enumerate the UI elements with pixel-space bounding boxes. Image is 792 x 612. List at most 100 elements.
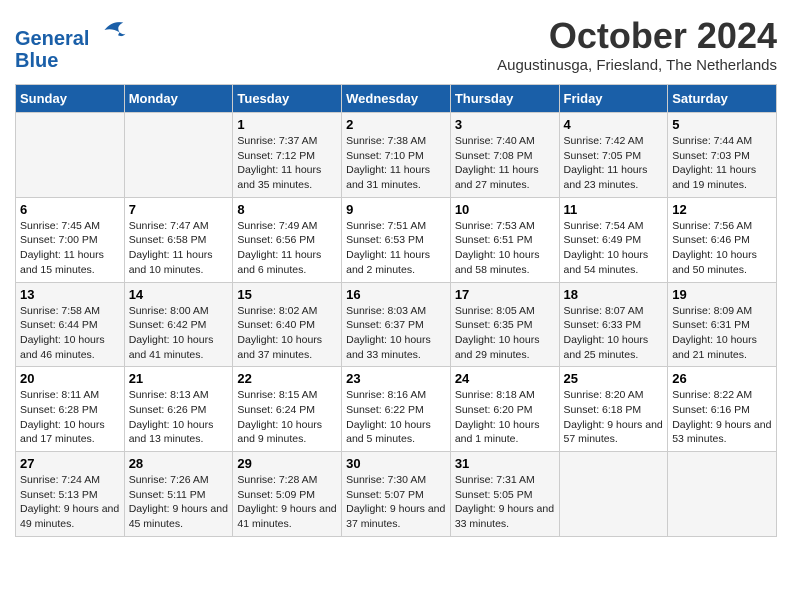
day-info: Sunrise: 8:05 AM Sunset: 6:35 PM Dayligh… [455, 304, 555, 363]
day-number: 5 [672, 117, 772, 132]
day-number: 20 [20, 371, 120, 386]
day-number: 14 [129, 287, 229, 302]
day-number: 19 [672, 287, 772, 302]
day-info: Sunrise: 7:24 AM Sunset: 5:13 PM Dayligh… [20, 473, 120, 532]
day-info: Sunrise: 8:20 AM Sunset: 6:18 PM Dayligh… [564, 388, 664, 447]
day-info: Sunrise: 8:07 AM Sunset: 6:33 PM Dayligh… [564, 304, 664, 363]
day-info: Sunrise: 7:44 AM Sunset: 7:03 PM Dayligh… [672, 134, 772, 193]
day-number: 11 [564, 202, 664, 217]
calendar-cell: 11 Sunrise: 7:54 AM Sunset: 6:49 PM Dayli… [559, 197, 668, 282]
calendar-cell: 29 Sunrise: 7:28 AM Sunset: 5:09 PM Dayli… [233, 452, 342, 537]
day-info: Sunrise: 8:11 AM Sunset: 6:28 PM Dayligh… [20, 388, 120, 447]
calendar-cell: 13 Sunrise: 7:58 AM Sunset: 6:44 PM Dayli… [16, 282, 125, 367]
calendar-cell: 19 Sunrise: 8:09 AM Sunset: 6:31 PM Dayli… [668, 282, 777, 367]
day-of-week-header: Monday [124, 85, 233, 113]
day-info: Sunrise: 8:03 AM Sunset: 6:37 PM Dayligh… [346, 304, 446, 363]
calendar-week-row: 13 Sunrise: 7:58 AM Sunset: 6:44 PM Dayli… [16, 282, 777, 367]
calendar-week-row: 1 Sunrise: 7:37 AM Sunset: 7:12 PM Daylig… [16, 113, 777, 198]
calendar-cell: 9 Sunrise: 7:51 AM Sunset: 6:53 PM Daylig… [342, 197, 451, 282]
day-info: Sunrise: 8:22 AM Sunset: 6:16 PM Dayligh… [672, 388, 772, 447]
logo-general: General [15, 28, 89, 50]
day-of-week-header: Friday [559, 85, 668, 113]
day-number: 29 [237, 456, 337, 471]
day-info: Sunrise: 7:42 AM Sunset: 7:05 PM Dayligh… [564, 134, 664, 193]
day-info: Sunrise: 7:37 AM Sunset: 7:12 PM Dayligh… [237, 134, 337, 193]
day-number: 30 [346, 456, 446, 471]
day-info: Sunrise: 8:09 AM Sunset: 6:31 PM Dayligh… [672, 304, 772, 363]
day-info: Sunrise: 8:00 AM Sunset: 6:42 PM Dayligh… [129, 304, 229, 363]
calendar-cell: 14 Sunrise: 8:00 AM Sunset: 6:42 PM Dayli… [124, 282, 233, 367]
day-info: Sunrise: 7:40 AM Sunset: 7:08 PM Dayligh… [455, 134, 555, 193]
calendar-cell: 2 Sunrise: 7:38 AM Sunset: 7:10 PM Daylig… [342, 113, 451, 198]
calendar-cell: 25Sunrise: 8:20 AM Sunset: 6:18 PM Dayli… [559, 367, 668, 452]
day-number: 28 [129, 456, 229, 471]
day-info: Sunrise: 8:18 AM Sunset: 6:20 PM Dayligh… [455, 388, 555, 447]
title-block: October 2024 Augustinusga, Friesland, Th… [497, 15, 777, 74]
day-number: 10 [455, 202, 555, 217]
page-header: General Blue October 2024 Augustinusga, … [15, 15, 777, 74]
calendar-cell: 18Sunrise: 8:07 AM Sunset: 6:33 PM Dayli… [559, 282, 668, 367]
day-number: 4 [564, 117, 664, 132]
day-number: 21 [129, 371, 229, 386]
logo-bird-icon [97, 15, 127, 45]
day-info: Sunrise: 7:30 AM Sunset: 5:07 PM Dayligh… [346, 473, 446, 532]
day-info: Sunrise: 7:56 AM Sunset: 6:46 PM Dayligh… [672, 219, 772, 278]
calendar-cell: 10Sunrise: 7:53 AM Sunset: 6:51 PM Dayli… [450, 197, 559, 282]
day-info: Sunrise: 7:28 AM Sunset: 5:09 PM Dayligh… [237, 473, 337, 532]
day-number: 23 [346, 371, 446, 386]
calendar-cell: 21 Sunrise: 8:13 AM Sunset: 6:26 PM Dayli… [124, 367, 233, 452]
calendar-cell: 26 Sunrise: 8:22 AM Sunset: 6:16 PM Dayli… [668, 367, 777, 452]
calendar-cell: 16 Sunrise: 8:03 AM Sunset: 6:37 PM Dayli… [342, 282, 451, 367]
day-info: Sunrise: 7:26 AM Sunset: 5:11 PM Dayligh… [129, 473, 229, 532]
day-info: Sunrise: 8:16 AM Sunset: 6:22 PM Dayligh… [346, 388, 446, 447]
calendar-cell: 4 Sunrise: 7:42 AM Sunset: 7:05 PM Daylig… [559, 113, 668, 198]
day-number: 9 [346, 202, 446, 217]
calendar-cell: 3Sunrise: 7:40 AM Sunset: 7:08 PM Daylig… [450, 113, 559, 198]
day-info: Sunrise: 7:58 AM Sunset: 6:44 PM Dayligh… [20, 304, 120, 363]
calendar-header: SundayMondayTuesdayWednesdayThursdayFrid… [16, 85, 777, 113]
day-number: 7 [129, 202, 229, 217]
calendar-cell: 22 Sunrise: 8:15 AM Sunset: 6:24 PM Dayli… [233, 367, 342, 452]
calendar-cell: 23 Sunrise: 8:16 AM Sunset: 6:22 PM Dayli… [342, 367, 451, 452]
calendar-week-row: 20 Sunrise: 8:11 AM Sunset: 6:28 PM Dayli… [16, 367, 777, 452]
calendar-cell: 7 Sunrise: 7:47 AM Sunset: 6:58 PM Daylig… [124, 197, 233, 282]
day-info: Sunrise: 7:47 AM Sunset: 6:58 PM Dayligh… [129, 219, 229, 278]
day-info: Sunrise: 7:51 AM Sunset: 6:53 PM Dayligh… [346, 219, 446, 278]
calendar-cell: 28 Sunrise: 7:26 AM Sunset: 5:11 PM Dayli… [124, 452, 233, 537]
calendar-cell: 12Sunrise: 7:56 AM Sunset: 6:46 PM Dayli… [668, 197, 777, 282]
day-number: 2 [346, 117, 446, 132]
day-of-week-header: Thursday [450, 85, 559, 113]
day-number: 13 [20, 287, 120, 302]
logo-blue: Blue [15, 50, 127, 72]
day-info: Sunrise: 8:13 AM Sunset: 6:26 PM Dayligh… [129, 388, 229, 447]
calendar-cell: 8Sunrise: 7:49 AM Sunset: 6:56 PM Daylig… [233, 197, 342, 282]
calendar-body: 1 Sunrise: 7:37 AM Sunset: 7:12 PM Daylig… [16, 113, 777, 537]
day-number: 31 [455, 456, 555, 471]
calendar-cell [16, 113, 125, 198]
calendar-cell: 20 Sunrise: 8:11 AM Sunset: 6:28 PM Dayli… [16, 367, 125, 452]
calendar-table: SundayMondayTuesdayWednesdayThursdayFrid… [15, 84, 777, 537]
day-number: 1 [237, 117, 337, 132]
day-info: Sunrise: 8:15 AM Sunset: 6:24 PM Dayligh… [237, 388, 337, 447]
day-info: Sunrise: 7:38 AM Sunset: 7:10 PM Dayligh… [346, 134, 446, 193]
calendar-cell: 6 Sunrise: 7:45 AM Sunset: 7:00 PM Daylig… [16, 197, 125, 282]
day-number: 6 [20, 202, 120, 217]
day-number: 16 [346, 287, 446, 302]
calendar-cell: 27 Sunrise: 7:24 AM Sunset: 5:13 PM Dayli… [16, 452, 125, 537]
day-info: Sunrise: 8:02 AM Sunset: 6:40 PM Dayligh… [237, 304, 337, 363]
day-info: Sunrise: 7:45 AM Sunset: 7:00 PM Dayligh… [20, 219, 120, 278]
day-number: 26 [672, 371, 772, 386]
day-of-week-header: Sunday [16, 85, 125, 113]
header-row: SundayMondayTuesdayWednesdayThursdayFrid… [16, 85, 777, 113]
calendar-cell: 17 Sunrise: 8:05 AM Sunset: 6:35 PM Dayli… [450, 282, 559, 367]
logo: General Blue [15, 15, 127, 72]
month-title: October 2024 [497, 15, 777, 57]
day-number: 15 [237, 287, 337, 302]
day-info: Sunrise: 7:54 AM Sunset: 6:49 PM Dayligh… [564, 219, 664, 278]
day-number: 22 [237, 371, 337, 386]
day-number: 17 [455, 287, 555, 302]
calendar-cell: 24Sunrise: 8:18 AM Sunset: 6:20 PM Dayli… [450, 367, 559, 452]
day-info: Sunrise: 7:31 AM Sunset: 5:05 PM Dayligh… [455, 473, 555, 532]
day-number: 27 [20, 456, 120, 471]
calendar-cell: 30 Sunrise: 7:30 AM Sunset: 5:07 PM Dayli… [342, 452, 451, 537]
